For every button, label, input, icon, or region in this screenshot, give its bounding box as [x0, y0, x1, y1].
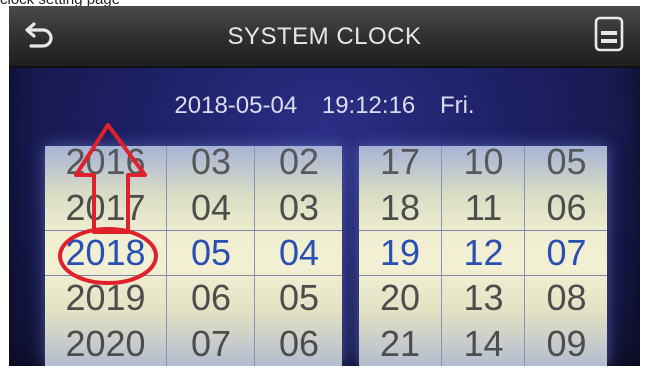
page-title: SYSTEM CLOCK	[227, 23, 422, 50]
screenshot-frame: clock setting page SYSTEM CLOCK 2018-05-…	[0, 0, 649, 370]
day-option[interactable]: 06	[255, 322, 342, 366]
second-option[interactable]: 05	[525, 146, 607, 184]
hour-option[interactable]: 21	[359, 322, 441, 366]
month-option[interactable]: 04	[167, 186, 255, 230]
year-option[interactable]: 2016	[45, 146, 166, 184]
hour-option[interactable]: 20	[359, 276, 441, 320]
time-picker: 17 18 19 20 21 10 11 12 13 14 05 06 07 0…	[359, 146, 607, 366]
current-date: 2018-05-04	[174, 92, 298, 119]
save-icon	[594, 16, 624, 52]
date-picker: 2016 2017 2018 2019 2020 03 04 05 06 07 …	[45, 146, 342, 366]
second-wheel[interactable]: 05 06 07 08 09	[524, 146, 607, 366]
month-option[interactable]: 07	[167, 322, 255, 366]
minute-wheel[interactable]: 10 11 12 13 14	[441, 146, 525, 366]
second-option[interactable]: 09	[525, 322, 607, 366]
year-option-selected[interactable]: 2018	[45, 231, 166, 275]
month-wheel[interactable]: 03 04 05 06 07	[166, 146, 255, 366]
year-wheel[interactable]: 2016 2017 2018 2019 2020	[45, 146, 166, 366]
minute-option[interactable]: 11	[442, 186, 525, 230]
hour-option-selected[interactable]: 19	[359, 231, 441, 275]
month-option[interactable]: 03	[167, 146, 255, 184]
current-time: 19:12:16	[321, 92, 416, 119]
day-option-selected[interactable]: 04	[255, 231, 342, 275]
hour-option[interactable]: 18	[359, 186, 441, 230]
month-option-selected[interactable]: 05	[167, 231, 255, 275]
device-screen: SYSTEM CLOCK 2018-05-04 19:12:16 Fri. 20…	[9, 6, 640, 366]
save-button[interactable]	[594, 16, 624, 52]
hour-wheel[interactable]: 17 18 19 20 21	[359, 146, 441, 366]
hour-option[interactable]: 17	[359, 146, 441, 184]
second-option[interactable]: 06	[525, 186, 607, 230]
year-option[interactable]: 2019	[45, 276, 166, 320]
minute-option[interactable]: 14	[442, 322, 525, 366]
second-option-selected[interactable]: 07	[525, 231, 607, 275]
title-bar: SYSTEM CLOCK	[9, 6, 640, 68]
current-weekday: Fri.	[439, 92, 475, 119]
day-wheel[interactable]: 02 03 04 05 06	[254, 146, 342, 366]
minute-option[interactable]: 13	[442, 276, 525, 320]
minute-option[interactable]: 10	[442, 146, 525, 184]
year-option[interactable]: 2017	[45, 186, 166, 230]
current-datetime: 2018-05-04 19:12:16 Fri.	[9, 92, 640, 120]
day-option[interactable]: 05	[255, 276, 342, 320]
second-option[interactable]: 08	[525, 276, 607, 320]
year-option[interactable]: 2020	[45, 322, 166, 366]
minute-option-selected[interactable]: 12	[442, 231, 525, 275]
month-option[interactable]: 06	[167, 276, 255, 320]
day-option[interactable]: 03	[255, 186, 342, 230]
day-option[interactable]: 02	[255, 146, 342, 184]
